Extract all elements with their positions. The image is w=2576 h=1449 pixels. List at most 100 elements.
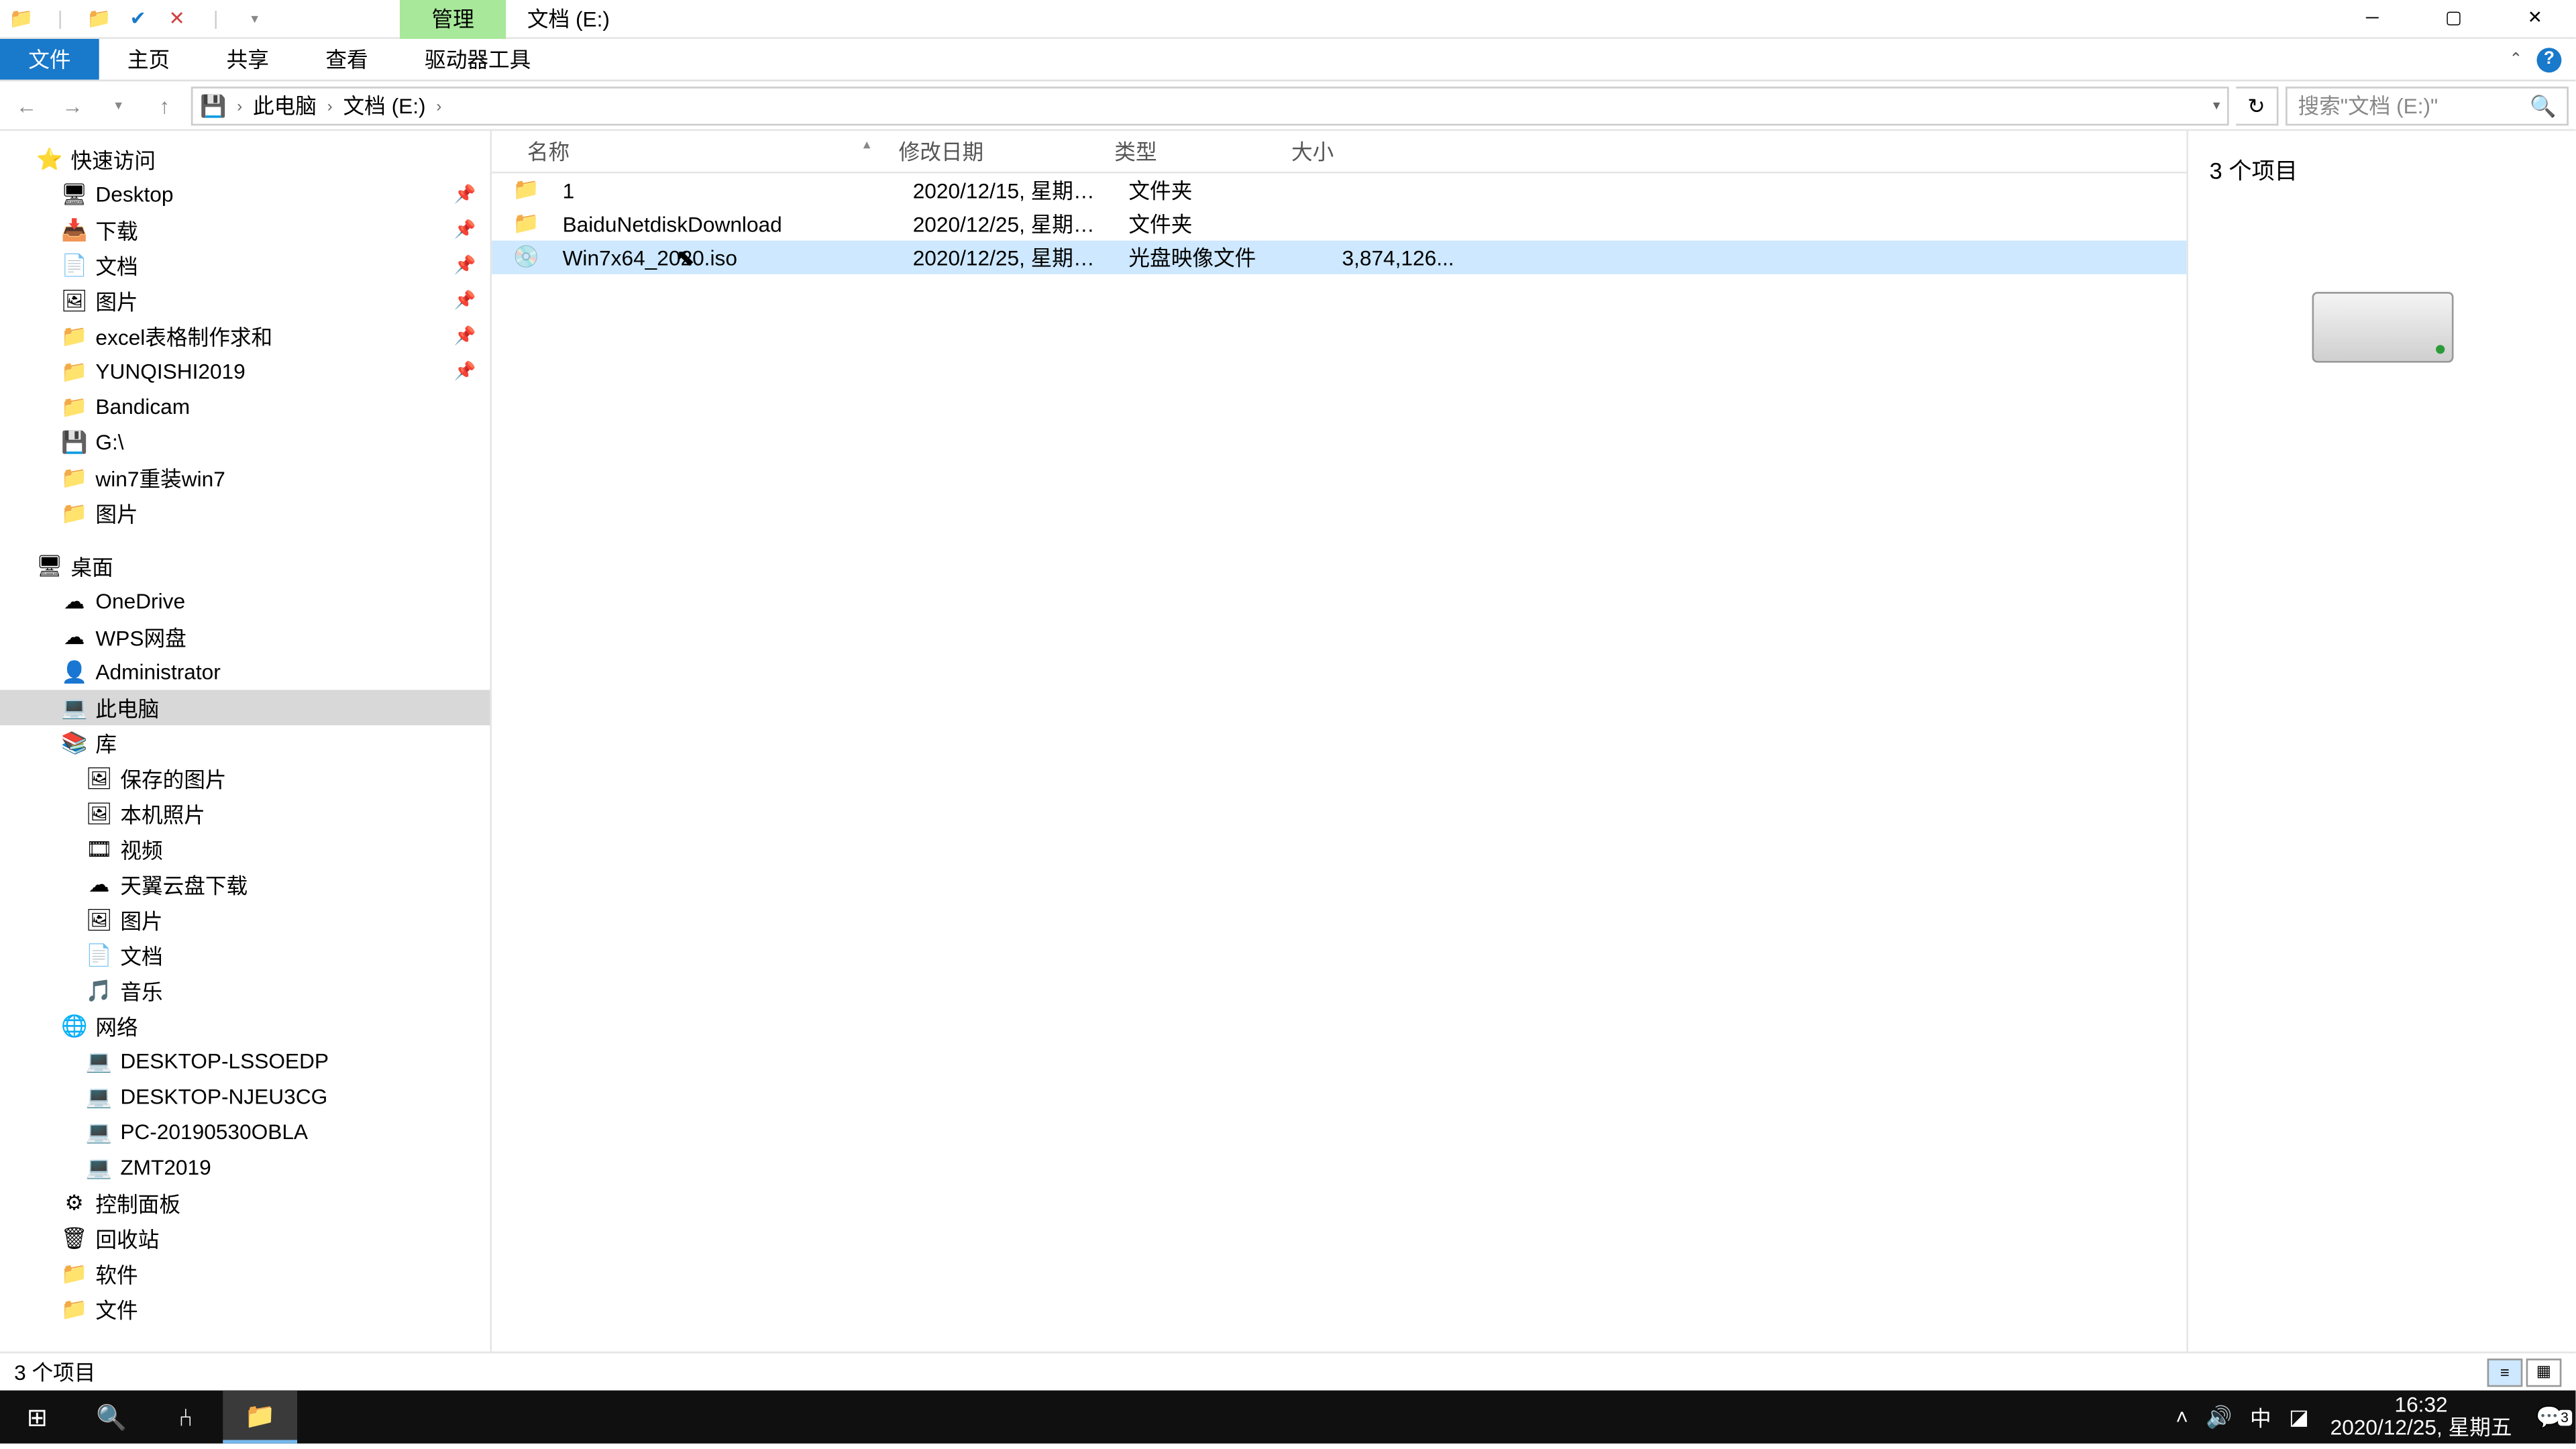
- tree-pinned-item[interactable]: 🖥Desktop📌: [0, 177, 490, 213]
- tree-pinned-item[interactable]: 📁excel表格制作求和📌: [0, 319, 490, 354]
- minimize-button[interactable]: ─: [2332, 0, 2413, 38]
- tree-quick-access[interactable]: ⭐快速访问: [0, 142, 490, 177]
- status-bar: 3 个项目 ≡ ▦: [0, 1352, 2575, 1391]
- tree-library-item[interactable]: 🎞视频: [0, 831, 490, 867]
- navigation-tree[interactable]: ⭐快速访问🖥Desktop📌📥下载📌📄文档📌🖼图片📌📁excel表格制作求和📌📁…: [0, 131, 492, 1352]
- pin-icon: 📌: [454, 327, 476, 346]
- back-button[interactable]: ←: [7, 86, 46, 125]
- tree-desktop-item[interactable]: ☁OneDrive: [0, 584, 490, 619]
- breadcrumb-this-pc[interactable]: 此电脑: [253, 90, 317, 120]
- file-icon: 💿: [513, 244, 541, 272]
- column-date[interactable]: 修改日期: [885, 136, 1101, 166]
- column-type[interactable]: 类型: [1100, 136, 1277, 166]
- tree-desktop[interactable]: 🖥桌面: [0, 548, 490, 584]
- tree-item-icon: 🖼: [85, 800, 113, 828]
- file-row[interactable]: 📁BaiduNetdiskDownload2020/12/25, 星期五 1..…: [492, 207, 2186, 241]
- tree-control-panel[interactable]: ⚙控制面板: [0, 1185, 490, 1221]
- tray-app-icon[interactable]: ◪: [2289, 1405, 2309, 1430]
- tree-library-item[interactable]: 📄文档: [0, 938, 490, 973]
- tree-recent-item[interactable]: 📁图片: [0, 495, 490, 531]
- tree-file-folder[interactable]: 📁文件: [0, 1291, 490, 1327]
- tree-network[interactable]: 🌐网络: [0, 1008, 490, 1044]
- tree-item-icon: 📄: [85, 941, 113, 969]
- maximize-button[interactable]: ▢: [2413, 0, 2494, 38]
- tree-item-icon: 📁: [60, 499, 89, 527]
- folder-icon[interactable]: 📁: [85, 5, 113, 33]
- tree-desktop-item[interactable]: 👤Administrator: [0, 655, 490, 690]
- tree-network-item[interactable]: 💻DESKTOP-NJEU3CG: [0, 1079, 490, 1115]
- pin-icon: 📌: [454, 291, 476, 311]
- tree-item-label: DESKTOP-LSSOEDP: [120, 1049, 329, 1074]
- tree-desktop-item[interactable]: ☁WPS网盘: [0, 619, 490, 655]
- tray-expand-icon[interactable]: ˄: [2176, 1405, 2188, 1430]
- task-view-button[interactable]: ⑃: [149, 1391, 223, 1444]
- tree-item-label: OneDrive: [95, 589, 185, 614]
- ime-indicator[interactable]: 中: [2250, 1402, 2271, 1432]
- tab-home[interactable]: 主页: [99, 39, 199, 80]
- contextual-tab-management[interactable]: 管理: [400, 0, 506, 38]
- start-button[interactable]: ⊞: [0, 1391, 74, 1444]
- taskbar-clock[interactable]: 16:32 2020/12/25, 星期五: [2320, 1394, 2523, 1440]
- ribbon-expand-icon[interactable]: ⌃: [2509, 50, 2522, 69]
- preview-pane: 3 个项目: [2186, 131, 2575, 1352]
- tree-recent-item[interactable]: 📁win7重装win7: [0, 460, 490, 496]
- tree-library-item[interactable]: ☁天翼云盘下载: [0, 867, 490, 902]
- file-type: 文件夹: [1114, 209, 1291, 239]
- pin-icon: 📌: [454, 220, 476, 239]
- tree-pinned-item[interactable]: 📥下载📌: [0, 212, 490, 248]
- close-button[interactable]: ✕: [2494, 0, 2575, 38]
- chevron-right-icon[interactable]: ›: [320, 97, 339, 114]
- view-thumbnails-button[interactable]: ▦: [2526, 1358, 2562, 1386]
- tree-library-item[interactable]: 🖼图片: [0, 902, 490, 938]
- tab-view[interactable]: 查看: [297, 39, 396, 80]
- action-center-button[interactable]: 💬3: [2522, 1405, 2575, 1430]
- column-size[interactable]: 大小: [1277, 136, 1454, 166]
- file-row[interactable]: 💿Win7x64_2020.iso2020/12/25, 星期五 1...光盘映…: [492, 241, 2186, 274]
- tree-recent-item[interactable]: 💾G:\: [0, 425, 490, 460]
- tree-pinned-item[interactable]: 🖼图片📌: [0, 283, 490, 319]
- breadcrumb[interactable]: 💾 › 此电脑 › 文档 (E:) › ▾: [191, 86, 2229, 125]
- tree-desktop-item[interactable]: 📚库: [0, 725, 490, 761]
- system-tray[interactable]: ˄ 🔊 中 ◪: [2165, 1402, 2320, 1432]
- tab-drive-tools[interactable]: 驱动器工具: [396, 39, 559, 80]
- up-button[interactable]: ↑: [145, 86, 184, 125]
- tree-library-item[interactable]: 🎵音乐: [0, 973, 490, 1008]
- search-input[interactable]: 搜索"文档 (E:)" 🔍: [2286, 86, 2569, 125]
- tree-library-item[interactable]: 🖼保存的图片: [0, 761, 490, 796]
- tree-item-label: Bandicam: [95, 394, 190, 419]
- qat-dropdown-icon[interactable]: ▾: [241, 5, 269, 33]
- tab-file[interactable]: 文件: [0, 39, 99, 80]
- volume-icon[interactable]: 🔊: [2206, 1405, 2232, 1430]
- tree-network-item[interactable]: 💻ZMT2019: [0, 1150, 490, 1185]
- recent-locations-dropdown[interactable]: ▾: [99, 86, 138, 125]
- view-details-button[interactable]: ≡: [2487, 1358, 2523, 1386]
- search-button[interactable]: 🔍: [74, 1391, 149, 1444]
- chevron-right-icon[interactable]: ›: [429, 97, 449, 114]
- qat-check-icon[interactable]: ✔: [124, 5, 152, 33]
- tree-item-icon: 📁: [60, 1295, 89, 1323]
- forward-button[interactable]: →: [53, 86, 92, 125]
- tree-pinned-item[interactable]: 📄文档📌: [0, 248, 490, 283]
- tree-library-item[interactable]: 🖼本机照片: [0, 796, 490, 832]
- tree-network-item[interactable]: 💻DESKTOP-LSSOEDP: [0, 1044, 490, 1079]
- chevron-right-icon[interactable]: ›: [230, 97, 250, 114]
- tree-pinned-item[interactable]: 📁YUNQISHI2019📌: [0, 354, 490, 389]
- tree-desktop-item[interactable]: 💻此电脑: [0, 690, 490, 725]
- file-icon: 📁: [513, 209, 541, 237]
- qat-close-icon[interactable]: ✕: [163, 5, 191, 33]
- tab-share[interactable]: 共享: [198, 39, 297, 80]
- tree-recycle-bin[interactable]: 🗑回收站: [0, 1221, 490, 1256]
- file-row[interactable]: 📁12020/12/15, 星期二 1...文件夹: [492, 173, 2186, 207]
- breadcrumb-drive[interactable]: 文档 (E:): [343, 90, 425, 120]
- tree-item-label: ZMT2019: [120, 1155, 211, 1180]
- refresh-button[interactable]: ↻: [2236, 86, 2278, 125]
- tree-item-icon: 💻: [85, 1083, 113, 1111]
- help-icon[interactable]: ?: [2536, 47, 2561, 72]
- tree-recent-item[interactable]: 📁Bandicam: [0, 389, 490, 425]
- address-dropdown-icon[interactable]: ▾: [2213, 97, 2220, 113]
- tree-item-icon: 🎞: [85, 835, 113, 863]
- column-name[interactable]: 名称▴: [492, 136, 884, 166]
- tree-network-item[interactable]: 💻PC-20190530OBLA: [0, 1114, 490, 1150]
- taskbar-file-explorer[interactable]: 📁: [223, 1391, 297, 1444]
- tree-software[interactable]: 📁软件: [0, 1256, 490, 1291]
